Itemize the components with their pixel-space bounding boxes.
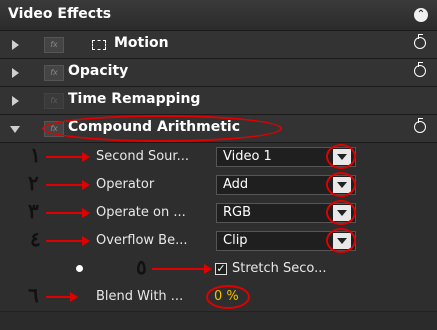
stretch-checkbox[interactable]: ✓ [215, 263, 227, 275]
reset-icon[interactable] [414, 118, 426, 133]
annotation-number: ٤ [30, 227, 41, 251]
bullet-icon [76, 265, 83, 272]
effect-label-motion: Motion [114, 35, 169, 51]
fx-toggle-icon[interactable]: fx [44, 37, 64, 53]
param-label: Operator [96, 177, 155, 192]
expand-triangle-icon[interactable] [12, 96, 19, 106]
expand-triangle-icon[interactable] [12, 40, 19, 50]
expand-triangle-icon[interactable] [12, 68, 19, 78]
annotation-number: ٥ [136, 255, 147, 279]
arrow-head-icon [82, 208, 90, 218]
panel-title: Video Effects [8, 6, 112, 22]
arrow-head-icon [204, 264, 212, 274]
dropdown-value: Clip [223, 233, 248, 248]
annotation-arrow [46, 296, 72, 298]
param-row-blend: ٦ Blend With ... 0 % [0, 283, 437, 312]
highlight-oval [326, 200, 356, 225]
param-label: Second Sour... [96, 149, 189, 164]
param-label: Blend With ... [96, 289, 184, 304]
arrow-head-icon [82, 152, 90, 162]
effect-label-time-remapping: Time Remapping [68, 91, 201, 107]
param-label: Overflow Be... [96, 233, 188, 248]
annotation-arrow [152, 268, 204, 270]
annotation-arrow [46, 212, 82, 214]
param-row-second-source: ١ Second Sour... Video 1 [0, 143, 437, 172]
annotation-arrow [46, 184, 82, 186]
highlight-oval [326, 228, 356, 253]
param-row-stretch: ٥ ✓ Stretch Seco... [0, 255, 437, 284]
effect-row-compound-arithmetic[interactable]: fx Compound Arithmetic [0, 115, 437, 143]
reset-icon[interactable] [414, 62, 426, 77]
annotation-number: ٢ [28, 171, 39, 195]
collapse-all-icon[interactable]: ⌃ [414, 8, 428, 22]
dropdown-value: RGB [223, 205, 252, 220]
video-effects-panel: Video Effects ⌃ fx Motion fx Opacity fx … [0, 0, 437, 330]
effect-row-motion[interactable]: fx Motion [0, 31, 437, 59]
highlight-oval [326, 172, 356, 197]
collapse-triangle-icon[interactable] [10, 126, 20, 133]
annotation-number: ١ [30, 143, 41, 167]
arrow-head-icon [70, 292, 78, 302]
effect-row-opacity[interactable]: fx Opacity [0, 59, 437, 87]
effect-row-time-remapping[interactable]: fx Time Remapping [0, 87, 437, 115]
panel-header: Video Effects ⌃ [0, 0, 437, 31]
stretch-label: Stretch Seco... [232, 261, 327, 276]
annotation-arrow [46, 156, 82, 158]
param-label: Operate on ... [96, 205, 186, 220]
fx-toggle-icon: fx [44, 93, 64, 109]
annotation-number: ٦ [28, 283, 39, 307]
effect-label-opacity: Opacity [68, 63, 129, 79]
motion-transform-icon [92, 40, 106, 50]
param-row-operate-on: ٣ Operate on ... RGB [0, 199, 437, 228]
arrow-head-icon [82, 180, 90, 190]
annotation-number: ٣ [28, 199, 39, 223]
highlight-oval [206, 285, 250, 309]
fx-toggle-icon[interactable]: fx [44, 65, 64, 81]
highlight-oval [326, 144, 356, 169]
arrow-head-icon [82, 236, 90, 246]
param-row-operator: ٢ Operator Add [0, 171, 437, 200]
dropdown-value: Video 1 [223, 149, 272, 164]
dropdown-value: Add [223, 177, 249, 192]
param-row-overflow-behavior: ٤ Overflow Be... Clip [0, 227, 437, 256]
annotation-arrow [46, 240, 82, 242]
reset-icon[interactable] [414, 34, 426, 49]
highlight-oval [42, 115, 282, 142]
